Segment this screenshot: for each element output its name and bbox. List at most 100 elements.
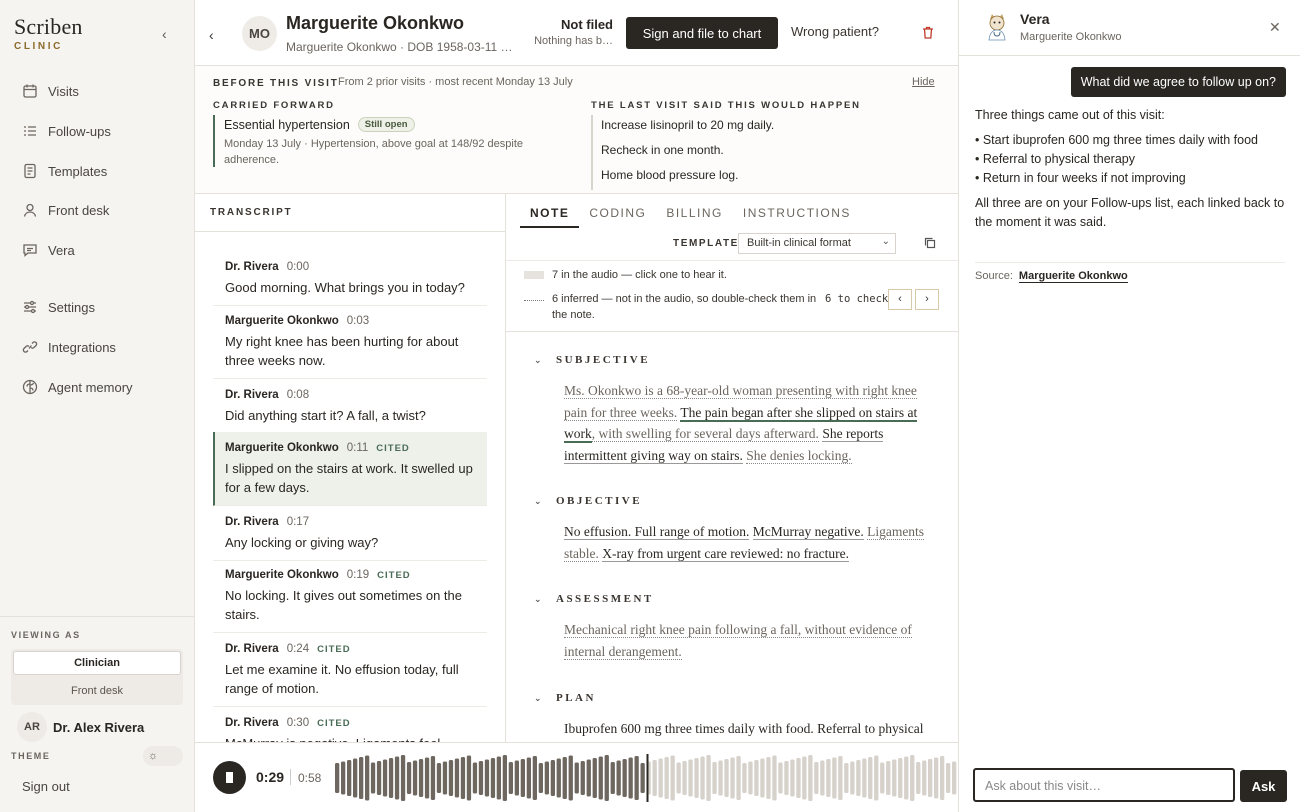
legend-inferred-text: 6 inferred — not in the audio, so double… — [552, 293, 817, 321]
link-icon — [22, 339, 38, 355]
waveform-bar — [448, 760, 454, 796]
reply-outro: All three are on your Follow-ups list, e… — [975, 196, 1285, 229]
waveform-bar — [850, 761, 855, 795]
reply-source: Source: Marguerite Okonkwo — [975, 270, 1128, 283]
copy-icon[interactable] — [924, 237, 936, 252]
legend-audio: 7 in the audio — click one to hear it. — [524, 269, 727, 281]
timestamp[interactable]: 0:19 — [347, 569, 369, 581]
ask-button[interactable]: Ask — [1240, 770, 1287, 802]
nav-item-templates[interactable]: Templates — [22, 159, 107, 183]
waveform-bar — [580, 761, 585, 795]
waveform-bar — [724, 759, 729, 797]
audio-citation[interactable]: No effusion. Full range of motion. — [564, 524, 750, 540]
audio-citation[interactable]: McMurray negative. — [752, 524, 864, 540]
next-check-button[interactable]: › — [915, 289, 939, 310]
ask-input[interactable]: Ask about this visit… — [973, 768, 1235, 802]
transcript-utterance[interactable]: Marguerite Okonkwo 0:19 CITED No locking. I… — [213, 559, 487, 633]
role-clinician-button[interactable]: Clinician — [13, 651, 181, 675]
speaker-name: Marguerite Okonkwo — [225, 569, 339, 581]
timestamp[interactable]: 0:24 — [287, 643, 309, 655]
transcript-utterance[interactable]: Marguerite Okonkwo 0:03 My right knee has … — [213, 305, 487, 379]
waveform-bar — [526, 757, 531, 799]
transcript-utterance[interactable]: Dr. Rivera 0:00 Good morning. What brings … — [213, 251, 487, 306]
waveform-scrubber[interactable] — [335, 754, 958, 802]
waveform-bar — [556, 758, 561, 798]
transcript-utterance[interactable]: Marguerite Okonkwo 0:11 CITED I slipped on … — [213, 432, 487, 506]
section-toggle[interactable]: ⌄ PLAN — [534, 692, 934, 704]
back-chevron-icon[interactable]: ‹ — [209, 27, 214, 43]
tab-coding[interactable]: CODING — [579, 194, 656, 228]
reply-intro: Three things came out of this visit: — [975, 108, 1165, 122]
waveform-bar — [652, 760, 657, 796]
section-toggle[interactable]: ⌄ SUBJECTIVE — [534, 354, 934, 366]
playhead[interactable] — [646, 754, 649, 802]
nav-item-agent-memory[interactable]: Agent memory — [22, 375, 133, 399]
timestamp[interactable]: 0:03 — [347, 315, 369, 327]
carried-text: Monday 13 July · Hypertension, above goa… — [224, 138, 524, 166]
template-select[interactable]: Built-in clinical format ⌄ — [738, 233, 896, 254]
timestamp[interactable]: 0:17 — [287, 516, 309, 528]
waveform-bar — [490, 758, 496, 798]
timestamp[interactable]: 0:00 — [287, 261, 309, 273]
waveform-bar — [466, 755, 472, 801]
inferred-span[interactable]: She denies locking. — [746, 447, 852, 464]
nav-label: Settings — [48, 299, 95, 315]
carried-forward-label: CARRIED FORWARD — [213, 100, 335, 111]
section-subjective: ⌄ SUBJECTIVE Ms. Okonkwo is a 68-year-old… — [534, 354, 934, 466]
timestamp[interactable]: 0:11 — [347, 442, 369, 454]
utterance-header: Marguerite Okonkwo 0:03 — [225, 315, 487, 327]
timestamp[interactable]: 0:30 — [287, 717, 309, 729]
sign-out-link[interactable]: Sign out — [22, 779, 70, 794]
prev-check-button[interactable]: ‹ — [888, 289, 912, 310]
pause-button[interactable] — [213, 761, 246, 794]
role-front-desk-button[interactable]: Front desk — [11, 680, 183, 702]
nav-item-follow-ups[interactable]: Follow-ups — [22, 119, 111, 143]
source-link[interactable]: Marguerite Okonkwo — [1018, 270, 1128, 283]
transcript-utterance[interactable]: Dr. Rivera 0:08 Did anything start it? A f… — [213, 379, 487, 434]
transcript-utterance[interactable]: Dr. Rivera 0:24 CITED Let me examine it. No… — [213, 633, 487, 707]
nav-item-vera[interactable]: Vera — [22, 238, 75, 262]
waveform-bar — [628, 757, 633, 799]
nav-item-integrations[interactable]: Integrations — [22, 335, 116, 359]
user-name: Dr. Alex Rivera — [53, 719, 145, 735]
user-message: What did we agree to follow up on? — [1070, 67, 1286, 97]
hide-button[interactable]: Hide — [912, 76, 935, 88]
nav-item-visits[interactable]: Visits — [22, 79, 79, 103]
theme-toggle[interactable]: ☼ — [143, 746, 183, 766]
wrong-patient-button[interactable]: Wrong patient? — [791, 24, 879, 39]
trash-icon[interactable] — [922, 26, 934, 42]
nav-item-front-desk[interactable]: Front desk — [22, 198, 109, 222]
close-icon[interactable]: ✕ — [1269, 19, 1281, 36]
audio-citation[interactable]: X-ray from urgent care reviewed: no frac… — [602, 545, 850, 562]
tab-billing[interactable]: BILLING — [656, 194, 733, 228]
tab-note[interactable]: NOTE — [520, 194, 580, 228]
waveform-bar — [616, 760, 621, 796]
section-toggle[interactable]: ⌄ ASSESSMENT — [534, 593, 934, 605]
waveform-bar — [436, 763, 442, 793]
section-title: PLAN — [556, 692, 596, 704]
section-toggle[interactable]: ⌄ OBJECTIVE — [534, 495, 934, 507]
transcript-utterance[interactable]: Dr. Rivera 0:17 Any locking or giving way? — [213, 506, 487, 561]
waveform-bar — [892, 759, 897, 797]
transcript-panel[interactable]: TRANSCRIPT Dr. Rivera 0:00 Good morning. W… — [195, 194, 506, 742]
waveform-bar — [676, 762, 681, 794]
timestamp[interactable]: 0:08 — [287, 389, 309, 401]
collapse-sidebar-chevron-icon[interactable]: ‹ — [162, 26, 167, 42]
status-badge: Still open — [357, 117, 415, 132]
tab-instructions[interactable]: INSTRUCTIONS — [733, 194, 861, 228]
list-item: Home blood pressure log. — [601, 168, 739, 182]
carried-forward-item[interactable]: Essential hypertension Still open Monday… — [213, 115, 553, 167]
plan-text[interactable]: Ibuprofen 600 mg three times daily with … — [564, 721, 924, 736]
template-label: TEMPLATE — [673, 238, 739, 249]
nav-item-settings[interactable]: Settings — [22, 295, 95, 319]
waveform-bar — [622, 759, 627, 797]
brand-logo[interactable]: Scriben CLINIC — [14, 14, 83, 52]
inferred-span[interactable]: Mechanical right knee pain following a f… — [564, 622, 912, 660]
current-user[interactable]: AR Dr. Alex Rivera — [17, 712, 144, 742]
waveform-bar — [928, 759, 933, 797]
transcript-utterance[interactable]: Dr. Rivera 0:30 CITED McMurray is negative.… — [213, 707, 487, 742]
inferred-span[interactable]: , with swelling for several days afterwa… — [591, 426, 819, 442]
waveform-bar — [802, 756, 807, 800]
waveform-bar — [868, 757, 873, 799]
sign-and-file-button[interactable]: Sign and file to chart — [626, 17, 778, 49]
